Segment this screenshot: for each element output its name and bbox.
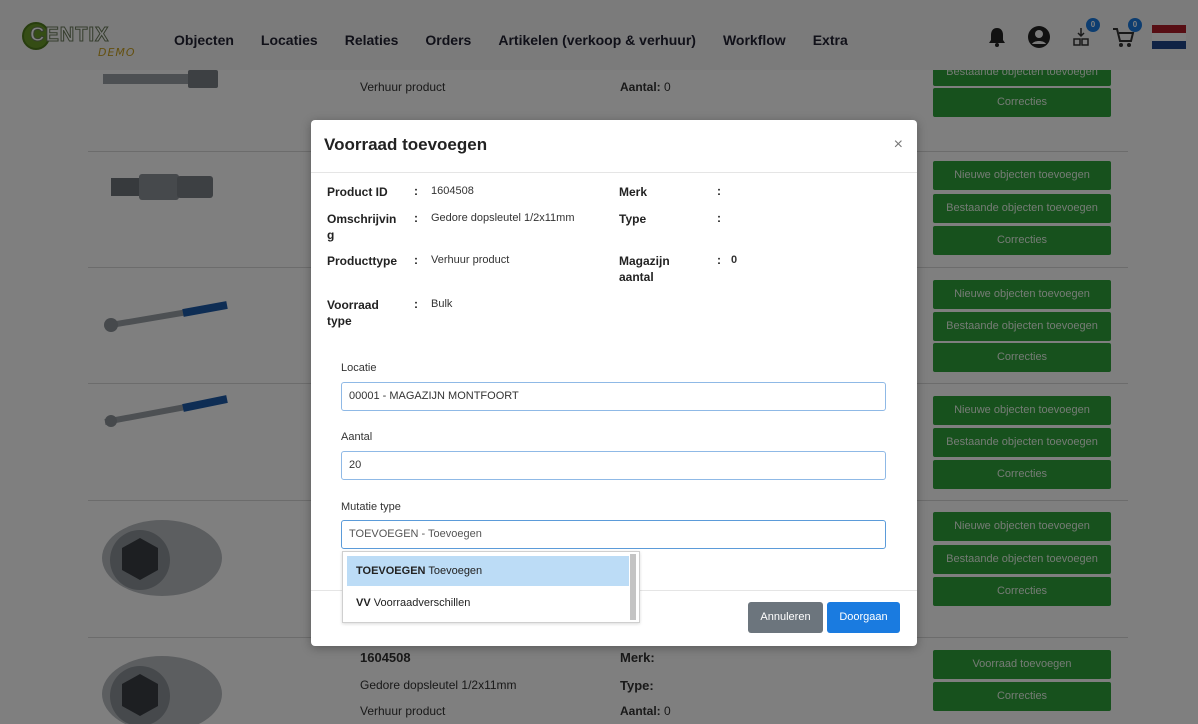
- location-label: Locatie: [341, 362, 377, 374]
- location-input[interactable]: 00001 - MAGAZIJN MONTFOORT: [341, 382, 886, 411]
- product-id-label: Product ID: [327, 185, 388, 199]
- product-id-value: 1604508: [431, 185, 474, 197]
- type-label: Type: [619, 212, 647, 226]
- stock-type-label: Voorraad type: [327, 298, 379, 328]
- producttype-value: Verhuur product: [431, 254, 510, 266]
- continue-button[interactable]: Doorgaan: [827, 602, 900, 633]
- dropdown-scrollbar[interactable]: [630, 554, 636, 620]
- warehouse-count-value: 0: [731, 254, 738, 266]
- description-label: Omschrijvin g: [327, 212, 397, 242]
- dropdown-option-vv[interactable]: VV Voorraadverschillen: [347, 588, 629, 618]
- modal-header: Voorraad toevoegen ×: [311, 120, 917, 173]
- mutation-type-dropdown: TOEVOEGEN Toevoegen VV Voorraadverschill…: [342, 551, 640, 623]
- mutation-type-label: Mutatie type: [341, 501, 401, 513]
- mutation-type-input[interactable]: TOEVOEGEN - Toevoegen: [341, 520, 886, 549]
- modal-title: Voorraad toevoegen: [324, 135, 488, 154]
- cancel-button[interactable]: Annuleren: [748, 602, 823, 633]
- stock-type-value: Bulk: [431, 298, 453, 310]
- amount-input[interactable]: 20: [341, 451, 886, 480]
- description-value: Gedore dopsleutel 1/2x11mm: [431, 212, 575, 224]
- add-stock-modal: Voorraad toevoegen × Product ID : 160450…: [311, 120, 917, 646]
- producttype-label: Producttype: [327, 254, 398, 268]
- amount-label: Aantal: [341, 431, 373, 443]
- warehouse-count-label: Magazijn aantal: [619, 254, 670, 284]
- close-icon[interactable]: ×: [894, 136, 903, 154]
- dropdown-option-toevoegen[interactable]: TOEVOEGEN Toevoegen: [347, 556, 629, 586]
- brand-label: Merk: [619, 185, 648, 199]
